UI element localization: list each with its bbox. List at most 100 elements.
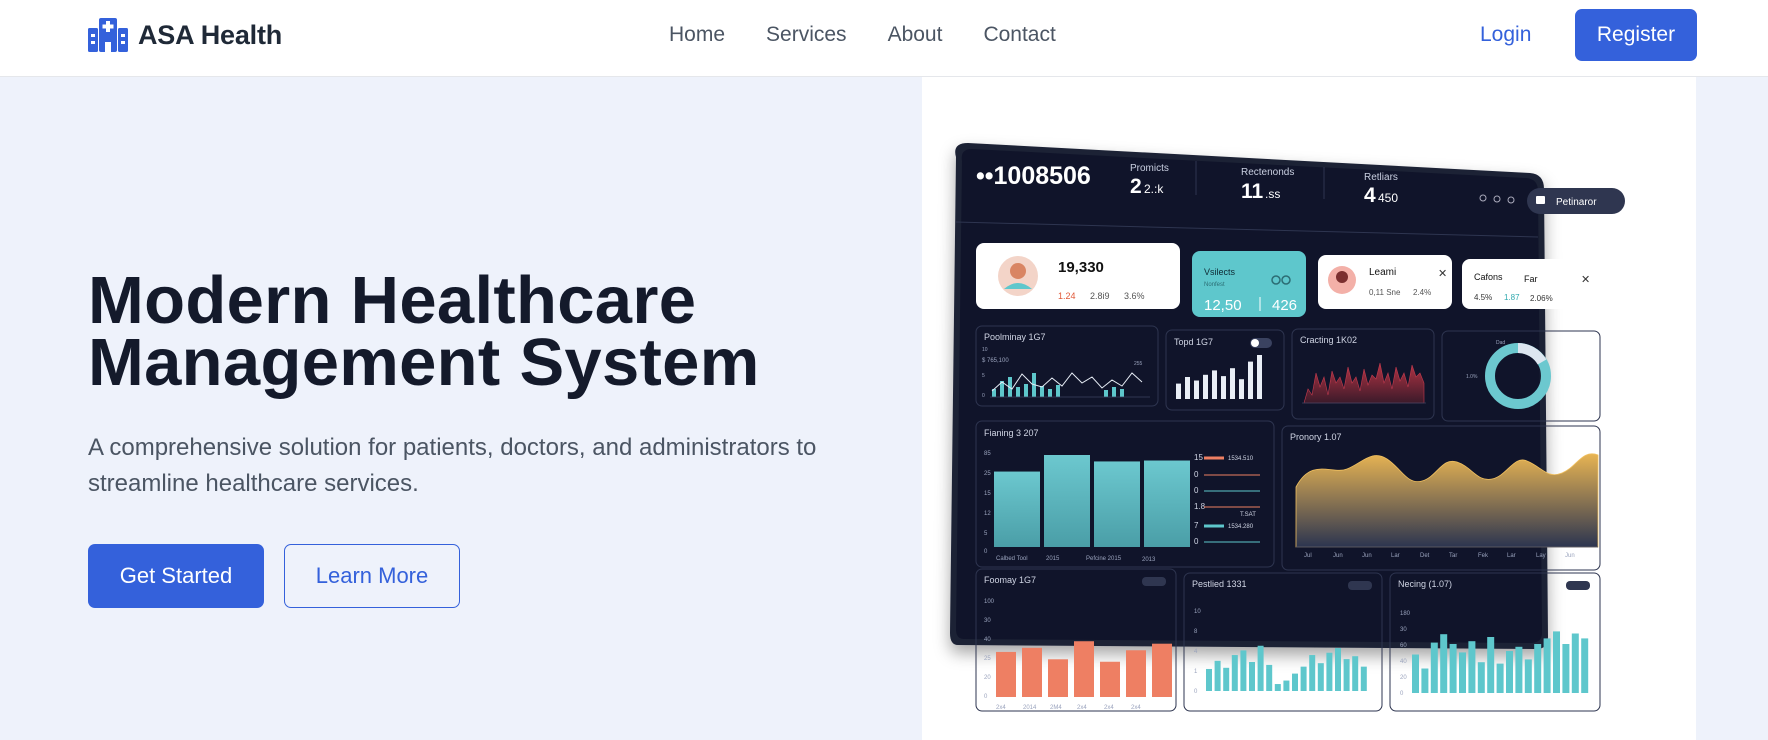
card-1-value: 19,330 [1058,259,1104,276]
p6-xaxis: 2x4 2014 2M4 2x4 2x4 2x4 [996,705,1141,711]
p5-xtick: Det [1420,553,1430,559]
p8-bar [1430,642,1438,693]
p7-bars [1206,645,1367,691]
p8-bar [1468,641,1476,693]
stat-3-suffix: 450 [1378,191,1398,205]
p7-bar [1231,655,1238,691]
p4-bar [1094,461,1140,547]
card-4-label-1: Cafons [1474,272,1503,282]
hero-title-line-2: Management System [88,325,760,400]
p1-tick: 255 [1134,361,1143,367]
p6-xtick: 2x4 [996,705,1006,711]
p2-bar [1248,361,1253,399]
close-icon: ✕ [1438,268,1447,280]
stat-3-label: Retliars [1364,172,1398,183]
card-2-title: Vsilects [1204,267,1236,277]
p6-xtick: 2x4 [1131,705,1141,711]
p5-xtick: Lar [1507,553,1516,559]
p1-tick: $ 765,100 [982,358,1009,364]
p7-ytick: 0 [1194,689,1198,695]
p6-ytick: 100 [984,599,995,605]
p2-bar [1185,377,1190,399]
dashboard-preview-image: ••1008506 Promicts 2 2.:k Rectenonds 11 … [922,77,1696,740]
p8-bar [1477,662,1485,693]
p7-bar [1309,655,1316,691]
p8-bar [1543,638,1551,693]
hero-title: Modern Healthcare Management System [88,267,760,400]
p7-bar [1240,650,1247,691]
p2-bar [1203,374,1208,399]
p6-bars [996,641,1172,697]
p5-xtick: Tar [1449,553,1457,559]
panel-5-title: Pronory 1.07 [1290,432,1342,442]
p4-tick: 15 [984,491,991,497]
p5-xtick: Fek [1478,553,1489,559]
p6-bar [1048,659,1068,697]
p7-bar [1300,666,1307,691]
stat-1-value: 2 [1130,175,1142,198]
nav-link-services[interactable]: Services [766,20,847,50]
p8-ytick: 20 [1400,675,1407,681]
stat-2-value: 11 [1241,180,1264,203]
p2-bar [1230,368,1235,399]
get-started-button[interactable]: Get Started [88,544,264,608]
p7-bar [1343,659,1350,691]
p8-ytick: 180 [1400,611,1411,617]
lock-icon [1536,196,1545,204]
nav-links: Home Services About Contact [669,20,1097,50]
p6-ytick: 40 [984,637,991,643]
p4-xtick: Pefcine 2015 [1086,556,1122,562]
nav-link-home[interactable]: Home [669,20,725,50]
p8-bar [1421,668,1429,693]
p4-tick: 12 [984,511,991,517]
p2-bar [1194,380,1199,399]
p7-bar [1249,662,1255,691]
p6-ytick: 0 [984,694,988,700]
p8-bar [1440,634,1448,693]
p6-ytick: 30 [984,618,991,624]
p4-xtick: Calbed Tool [996,556,1028,562]
p6-ytick: 25 [984,656,991,662]
stat-2-suffix: .ss [1265,187,1280,201]
stat-3-value: 4 [1364,184,1376,207]
p6-bar [1126,650,1146,697]
p6-bar [1022,647,1042,697]
panel-3-title: Cracting 1K02 [1300,335,1357,345]
nav-link-contact[interactable]: Contact [983,20,1055,50]
p8-bar [1581,638,1589,693]
panel-6-title: Foomay 1G7 [984,575,1036,585]
hospital-icon [88,18,128,52]
p1-tick: 10 [982,347,988,353]
card-3-name: Leami [1369,267,1396,278]
brand[interactable]: ASA Health [88,18,282,52]
p7-bar [1223,667,1230,691]
panel-7-title: Pestlied 1331 [1192,579,1247,589]
p8-bar [1562,644,1570,693]
dashboard-illustration: ••1008506 Promicts 2 2.:k Rectenonds 11 … [950,143,1625,712]
p4-val-2: T.SAT [1240,512,1256,518]
p4-bar [1144,460,1190,547]
svg-text:1.0%: 1.0% [1466,374,1478,380]
p5-xtick: Jul [1304,553,1312,559]
p4-legend-num: 15 [1194,453,1203,462]
p7-bar [1283,680,1290,691]
p4-bar [1044,455,1090,547]
login-link[interactable]: Login [1480,20,1531,50]
p2-bar [1239,379,1244,399]
card-3-sub-2: 2.4% [1413,288,1431,297]
p5-xtick: Jun [1565,553,1575,559]
p4-legend-num: 0 [1194,486,1199,495]
card-1-sub-2: 2.8i9 [1090,291,1110,301]
p4-tick: 25 [984,471,991,477]
learn-more-button[interactable]: Learn More [284,544,460,608]
card-3-sub-1: 0,11 Sne [1369,288,1401,297]
register-button[interactable]: Register [1575,9,1697,61]
p7-bar [1292,673,1298,691]
p4-legend-num: 1.8 [1194,502,1206,511]
panel-2-title: Topd 1G7 [1174,337,1213,347]
nav-link-about[interactable]: About [888,20,943,50]
card-4-sub-3: 2.06% [1530,294,1553,303]
p4-legend-num: 0 [1194,537,1199,546]
p4-bar [994,471,1040,547]
p4-xtick: 2013 [1142,557,1156,563]
